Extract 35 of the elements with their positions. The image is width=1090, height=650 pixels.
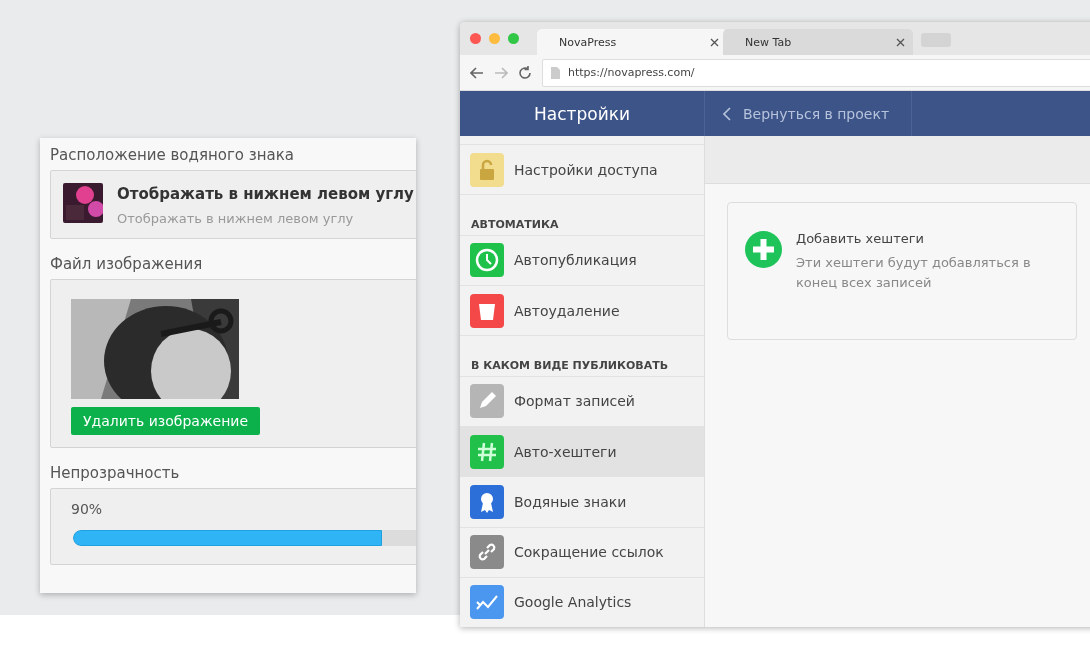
- back-icon[interactable]: [470, 66, 484, 79]
- add-hashtags-card[interactable]: Добавить хештеги Эти хештеги будут добавляться в конец всех записей: [727, 202, 1077, 340]
- card-text: Эти хештеги будут добавляться в конец всех записей: [796, 254, 1032, 292]
- tab-title: NovaPress: [559, 35, 617, 49]
- sidebar-item[interactable]: Сокращение ссылок: [460, 526, 704, 577]
- sidebar-item[interactable]: Google Analytics: [460, 576, 704, 627]
- thumbnail-icon: [63, 183, 103, 223]
- sidebar-item[interactable]: Автопубликация: [460, 234, 704, 285]
- maximize-dot[interactable]: [508, 33, 519, 44]
- close-icon[interactable]: [896, 37, 905, 47]
- address-field[interactable]: https://novapress.com/: [542, 58, 1090, 87]
- page-icon: [551, 66, 560, 79]
- plus-icon: [745, 231, 782, 268]
- reload-icon[interactable]: [518, 65, 532, 80]
- sidebar-item[interactable]: Настройки доступа: [460, 144, 704, 195]
- option-subtitle: Отображать в нижнем левом углу: [117, 211, 355, 226]
- sidebar-section-heading: В КАКОМ ВИДЕ ПУБЛИКОВАТЬ: [460, 335, 704, 376]
- opacity-reading: 90%: [70, 500, 104, 517]
- browser-tab[interactable]: New Tab: [723, 29, 913, 55]
- chevron-left-icon: [723, 106, 731, 121]
- close-dot[interactable]: [470, 33, 481, 44]
- forward-icon[interactable]: [494, 66, 508, 79]
- close-icon[interactable]: [710, 37, 719, 47]
- card-title: Добавить хештеги: [796, 231, 925, 246]
- tab-title: New Tab: [745, 35, 792, 49]
- section-label: Файл изображения: [50, 255, 204, 273]
- sidebar-section-heading: АВТОМАТИКА: [460, 194, 704, 235]
- option-card[interactable]: Отображать в нижнем левом углу Отображать в нижнем левом углу: [50, 170, 416, 239]
- sidebar-item[interactable]: Авто-хештеги: [460, 426, 704, 477]
- sidebar-item[interactable]: Автоудаление: [460, 285, 704, 336]
- minimize-dot[interactable]: [489, 33, 500, 44]
- section-label: Непрозрачность: [50, 464, 181, 482]
- section-label: Расположение водяного знака: [50, 146, 295, 164]
- sidebar-item[interactable]: Водяные знаки: [460, 476, 704, 527]
- option-title: Отображать в нижнем левом углу: [117, 185, 414, 203]
